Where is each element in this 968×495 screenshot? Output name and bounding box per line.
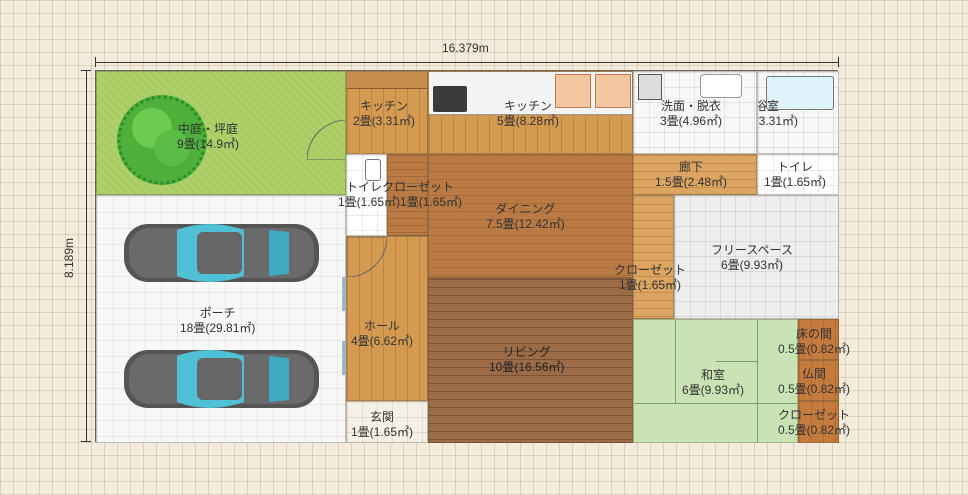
entrance-name: 玄関 [370,410,395,424]
living-size: 10畳(16.56㎡) [489,360,565,374]
sink-icon [700,74,742,98]
height-dimension-line [86,70,87,442]
hallway-size: 1.5畳(2.48㎡) [655,175,728,189]
entrance[interactable]: 玄関 1畳(1.65㎡) [346,401,428,443]
dining[interactable]: ダイニング 7.5畳(12.42㎡) [428,154,633,278]
kitchen-cabinet [347,72,427,89]
courtyard[interactable]: 中庭・坪庭 9畳(14.9㎡) [96,71,346,195]
porch-name: ポーチ [199,306,236,320]
free-space[interactable]: フリースペース 6畳(9.93㎡) [674,195,839,319]
car-icon [124,224,319,282]
toilet-icon [365,159,381,181]
door-swing-icon [307,120,345,160]
washing-machine-icon [638,74,662,100]
toilet-right-name: トイレ [777,160,814,174]
height-dimension-label: 8.189m [62,237,77,279]
tokonoma[interactable] [798,319,839,360]
window [342,277,346,311]
height-dimension-tick-bottom [81,441,91,442]
width-dimension-tick-right [838,57,839,67]
dining-size: 7.5畳(12.42㎡) [486,217,565,231]
hall-size: 4畳(6.62㎡) [351,334,414,348]
hallway[interactable]: 廊下 1.5畳(2.48㎡) [633,154,757,195]
porch[interactable]: ポーチ 18畳(29.81㎡) [96,195,346,443]
stove-icon [433,86,467,112]
entrance-size: 1畳(1.65㎡) [351,425,414,439]
window [342,341,346,375]
dining-name: ダイニング [495,202,556,216]
tree-icon [117,95,207,185]
fridge-icon [555,74,591,108]
bath-size: 2畳(3.31㎡) [758,114,799,128]
floor-plan: 中庭・坪庭 9畳(14.9㎡) ポーチ 18畳(29.81㎡) キッチン 2畳(… [95,70,850,443]
closet-left[interactable] [387,154,428,236]
free-space-name: フリースペース [711,243,793,257]
kitchen[interactable]: キッチン 5畳(8.28㎡) [428,71,633,154]
hall[interactable]: ホール 4畳(6.62㎡) [346,236,428,401]
kitchen-small-size: 2畳(3.31㎡) [353,114,416,128]
toilet-right[interactable]: トイレ 1畳(1.65㎡) [757,154,839,195]
fridge-icon [595,74,631,108]
toilet-left[interactable] [346,154,387,236]
japanese-room-name: 和室 [701,368,726,382]
hall-name: ホール [364,319,401,333]
door-swing-icon [347,237,387,277]
japanese-room-size: 6畳(9.93㎡) [682,383,745,397]
height-dimension-tick-top [81,70,91,71]
width-dimension-label: 16.379m [442,41,489,55]
bath[interactable]: 浴室 2畳(3.31㎡) [757,71,839,154]
free-space-size: 6畳(9.93㎡) [720,258,783,272]
kitchen-small-name: キッチン [360,99,409,113]
hallway-name: 廊下 [679,160,704,174]
kitchen-small[interactable]: キッチン 2畳(3.31㎡) [346,71,428,154]
width-dimension-tick-left [95,57,96,67]
washroom-name: 洗面・脱衣 [661,99,722,113]
washroom-size: 3畳(4.96㎡) [660,114,723,128]
japanese-room[interactable]: 和室 6畳(9.93㎡) [633,319,798,443]
living[interactable]: リビング 10畳(16.56㎡) [428,278,633,443]
stairs[interactable] [633,195,674,319]
bathtub-icon [766,76,834,110]
butsuma[interactable] [798,360,839,401]
car-icon [124,350,319,408]
washroom[interactable]: 洗面・脱衣 3畳(4.96㎡) [633,71,757,154]
kitchen-size: 5畳(8.28㎡) [497,114,560,128]
closet-right[interactable] [798,401,839,443]
living-name: リビング [502,345,551,359]
porch-size: 18畳(29.81㎡) [180,321,256,335]
toilet-right-size: 1畳(1.65㎡) [764,175,827,189]
width-dimension-line [95,62,838,63]
